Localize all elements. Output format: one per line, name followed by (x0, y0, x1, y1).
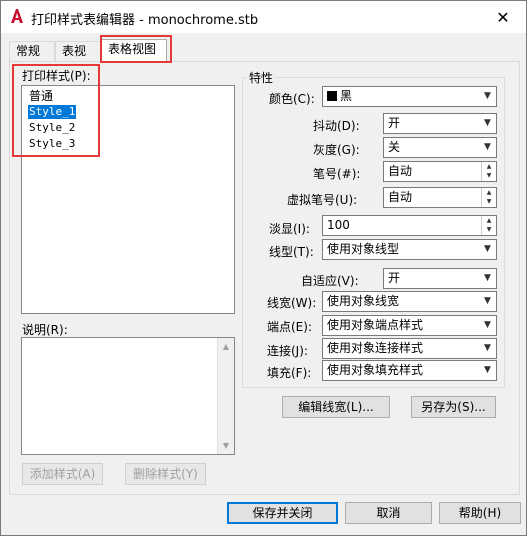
scroll-down-arrow-icon[interactable]: ▼ (218, 437, 234, 454)
virtual-pen-label: 虚拟笔号(U): (287, 193, 358, 207)
print-styles-label: 打印样式(P): (22, 69, 91, 83)
screening-value: 100 (327, 218, 350, 232)
style-item-style-2[interactable]: Style_2 (28, 121, 76, 135)
print-style-editor-window: 打印样式表编辑器 - monochrome.stb ✕ 常规 表视图 表格视图 … (0, 0, 527, 536)
color-label: 颜色(C): (269, 92, 315, 106)
scroll-up-arrow-icon[interactable]: ▲ (218, 338, 234, 355)
style-item-style-1[interactable]: Style_1 (28, 105, 77, 119)
lineweight-value: 使用对象线宽 (327, 294, 400, 308)
pen-number-spinner[interactable]: 自动 ▲ ▼ (383, 161, 497, 182)
line-end-label: 端点(E): (267, 320, 312, 334)
line-end-value: 使用对象端点样式 (327, 318, 424, 332)
chevron-down-icon: ▼ (484, 91, 491, 101)
style-item-style-3[interactable]: Style_3 (28, 137, 76, 151)
color-value: 黑 (340, 89, 353, 103)
add-style-label: 添加样式(A) (29, 467, 96, 481)
chevron-down-icon: ▼ (484, 320, 491, 330)
chevron-down-icon: ▼ (484, 142, 491, 152)
chevron-down-icon: ▼ (484, 244, 491, 254)
pen-number-label: 笔号(#): (313, 167, 361, 181)
edit-lineweights-label: 编辑线宽(L)... (298, 400, 374, 414)
chevron-down-icon: ▼ (484, 343, 491, 353)
window-title: 打印样式表编辑器 - monochrome.stb (31, 13, 259, 28)
help-label: 帮助(H) (458, 506, 502, 520)
dither-value: 开 (388, 116, 401, 130)
style-item-normal[interactable]: 普通 (28, 89, 54, 103)
virtual-pen-spinner[interactable]: 自动 ▲ ▼ (383, 187, 497, 208)
tab-form-view[interactable]: 表格视图 (101, 39, 167, 62)
linetype-value: 使用对象线型 (327, 242, 400, 256)
fill-value: 使用对象填充样式 (327, 363, 424, 377)
adaptive-value: 开 (388, 271, 401, 285)
spin-down-icon[interactable]: ▼ (482, 197, 496, 206)
description-label: 说明(R): (22, 323, 68, 337)
save-and-close-button[interactable]: 保存并关闭 (227, 502, 338, 524)
spin-down-icon[interactable]: ▼ (482, 171, 496, 180)
add-style-button[interactable]: 添加样式(A) (22, 463, 103, 485)
close-button[interactable]: ✕ (480, 1, 526, 33)
chevron-down-icon: ▼ (484, 296, 491, 306)
delete-style-label: 删除样式(Y) (133, 467, 198, 481)
linetype-dropdown[interactable]: 使用对象线型 ▼ (322, 239, 497, 260)
virtual-pen-value: 自动 (388, 190, 413, 204)
line-join-value: 使用对象连接样式 (327, 341, 424, 355)
spin-up-icon[interactable]: ▲ (482, 216, 496, 225)
spin-up-icon[interactable]: ▲ (482, 188, 496, 197)
cancel-button[interactable]: 取消 (345, 502, 432, 524)
help-button[interactable]: 帮助(H) (439, 502, 521, 524)
pen-number-value: 自动 (388, 164, 413, 178)
line-join-dropdown[interactable]: 使用对象连接样式 ▼ (322, 338, 497, 359)
spin-up-icon[interactable]: ▲ (482, 162, 496, 171)
cancel-label: 取消 (376, 506, 401, 520)
virtual-pen-spin-buttons[interactable]: ▲ ▼ (481, 188, 496, 207)
tab-table-view[interactable]: 表视图 (55, 41, 101, 76)
tab-form-view-label: 表格视图 (108, 42, 157, 56)
linetype-label: 线型(T): (269, 245, 314, 259)
color-dropdown[interactable]: 黑 ▼ (322, 86, 497, 107)
print-styles-list[interactable]: 普通 Style_1 Style_2 Style_3 (21, 85, 235, 314)
line-end-dropdown[interactable]: 使用对象端点样式 ▼ (322, 315, 497, 336)
lineweight-label: 线宽(W): (267, 296, 317, 310)
dither-dropdown[interactable]: 开 ▼ (383, 113, 497, 134)
properties-group-title: 特性 (247, 69, 276, 86)
save-as-label: 另存为(S)... (421, 400, 486, 414)
save-and-close-label: 保存并关闭 (252, 506, 313, 520)
screening-label: 淡显(I): (269, 222, 310, 236)
screening-spinner[interactable]: 100 ▲ ▼ (322, 215, 497, 236)
pen-number-spin-buttons[interactable]: ▲ ▼ (481, 162, 496, 181)
screening-spin-buttons[interactable]: ▲ ▼ (481, 216, 496, 235)
chevron-down-icon: ▼ (484, 365, 491, 375)
color-swatch (327, 91, 337, 101)
fill-dropdown[interactable]: 使用对象填充样式 ▼ (322, 360, 497, 381)
close-icon: ✕ (496, 7, 510, 27)
description-scrollbar[interactable]: ▲ ▼ (217, 338, 234, 454)
lineweight-dropdown[interactable]: 使用对象线宽 ▼ (322, 291, 497, 312)
description-textarea[interactable]: ▲ ▼ (21, 337, 235, 455)
edit-lineweights-button[interactable]: 编辑线宽(L)... (282, 396, 390, 418)
autocad-logo-icon (11, 9, 23, 23)
tab-general[interactable]: 常规 (9, 41, 55, 61)
line-join-label: 连接(J): (267, 344, 308, 358)
tab-general-label: 常规 (16, 44, 41, 58)
grayscale-label: 灰度(G): (313, 143, 360, 157)
title-bar: 打印样式表编辑器 - monochrome.stb ✕ (1, 1, 526, 33)
delete-style-button[interactable]: 删除样式(Y) (125, 463, 206, 485)
spin-down-icon[interactable]: ▼ (482, 225, 496, 234)
fill-label: 填充(F): (267, 366, 312, 380)
chevron-down-icon: ▼ (484, 273, 491, 283)
grayscale-value: 关 (388, 140, 401, 154)
dither-label: 抖动(D): (313, 119, 360, 133)
adaptive-dropdown[interactable]: 开 ▼ (383, 268, 497, 289)
grayscale-dropdown[interactable]: 关 ▼ (383, 137, 497, 158)
adaptive-label: 自适应(V): (301, 274, 359, 288)
chevron-down-icon: ▼ (484, 118, 491, 128)
save-as-button[interactable]: 另存为(S)... (411, 396, 496, 418)
